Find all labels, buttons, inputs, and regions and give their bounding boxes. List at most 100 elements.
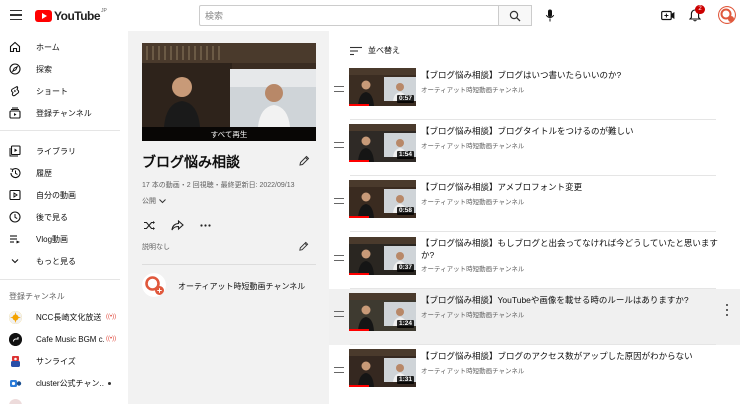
- share-icon[interactable]: [170, 219, 184, 231]
- sidebar-item-explore[interactable]: 探索: [0, 58, 128, 80]
- drag-handle-icon[interactable]: [334, 86, 344, 92]
- video-thumbnail[interactable]: 1:31: [349, 349, 416, 387]
- row-divider: [350, 231, 716, 232]
- video-channel[interactable]: オーティアット時短動画チャンネル: [421, 309, 524, 319]
- video-thumbnail[interactable]: 0:58: [349, 180, 416, 218]
- playlist-icon: [9, 233, 21, 245]
- more-options-icon[interactable]: [198, 219, 212, 231]
- channel-avatar: [9, 376, 22, 390]
- top-bar: YouTube JP 検索 2: [0, 0, 750, 31]
- playlist-video-row[interactable]: 0:58 【ブログ悩み相談】アメブロフォント変更 オーティアット時短動画チャンネル: [329, 176, 740, 232]
- drag-handle-icon[interactable]: [334, 367, 344, 373]
- watch-progress-bar: [349, 273, 370, 275]
- more-actions-icon[interactable]: [725, 304, 729, 316]
- sidebar-item-label: ショート: [36, 86, 68, 96]
- sidebar-item-vlog-playlist[interactable]: Vlog動画: [0, 228, 128, 250]
- library-icon: [9, 145, 21, 157]
- sidebar-item-shorts[interactable]: ショート: [0, 80, 128, 102]
- video-title[interactable]: 【ブログ悩み相談】ブログのアクセス数がアップした原因がわからない: [421, 350, 721, 362]
- menu-icon[interactable]: [10, 10, 22, 20]
- live-indicator: ((•)): [106, 336, 117, 342]
- sidebar-item-subscriptions[interactable]: 登録チャンネル: [0, 102, 128, 124]
- channel-avatar: [9, 354, 22, 368]
- divider: [142, 264, 316, 265]
- search-button[interactable]: [499, 5, 532, 26]
- playlist-video-row[interactable]: 1:24 【ブログ悩み相談】YouTubeや画像を載せる時のルールはありますか? オ…: [329, 289, 740, 345]
- sort-icon: [350, 46, 362, 55]
- youtube-logo[interactable]: YouTube JP: [35, 8, 107, 23]
- your-videos-icon: [9, 189, 21, 201]
- sidebar-item-label: 登録チャンネル: [36, 108, 92, 118]
- video-channel[interactable]: オーティアット時短動画チャンネル: [421, 196, 524, 206]
- playlist-video-row[interactable]: 0:57 【ブログ悩み相談】ブログはいつ書いたらいいのか? オーティアット時短動画チ…: [329, 64, 740, 120]
- sort-button[interactable]: 並べ替え: [350, 45, 400, 56]
- shorts-icon: [9, 85, 21, 97]
- sidebar-item-your-videos[interactable]: 自分の動画: [0, 184, 128, 206]
- shuffle-icon[interactable]: [142, 219, 156, 231]
- video-duration: 1:24: [396, 320, 414, 328]
- sidebar-item-show-more[interactable]: もっと見る: [0, 250, 128, 272]
- watch-progress-bar: [349, 385, 370, 387]
- create-video-icon: [661, 10, 675, 20]
- video-title[interactable]: 【ブログ悩み相談】アメブロフォント変更: [421, 181, 721, 193]
- sidebar-item-label: 探索: [36, 64, 52, 74]
- search-input[interactable]: 検索: [199, 5, 499, 26]
- playlist-video-row[interactable]: 1:54 【ブログ悩み相談】ブログタイトルをつけるのが難しい オーティアット時短動画…: [329, 120, 740, 176]
- video-channel[interactable]: オーティアット時短動画チャンネル: [421, 365, 524, 375]
- sidebar-item-label: 後で見る: [36, 212, 68, 222]
- owner-avatar[interactable]: [142, 273, 166, 297]
- drag-handle-icon[interactable]: [334, 311, 344, 317]
- video-title[interactable]: 【ブログ悩み相談】ブログはいつ書いたらいいのか?: [421, 69, 721, 81]
- video-channel[interactable]: オーティアット時短動画チャンネル: [421, 84, 524, 94]
- playlist-video-row[interactable]: 0:37 【ブログ悩み相談】もしブログと出会ってなければ今どうしていたと思いますか…: [329, 233, 740, 289]
- sidebar-item-label: 履歴: [36, 168, 52, 178]
- drag-handle-icon[interactable]: [334, 198, 344, 204]
- video-thumbnail[interactable]: 1:24: [349, 293, 416, 331]
- voice-search-button[interactable]: [542, 7, 558, 24]
- video-title[interactable]: 【ブログ悩み相談】YouTubeや画像を載せる時のルールはありますか?: [421, 294, 721, 306]
- sidebar-item-label: Vlog動画: [36, 234, 69, 244]
- video-thumbnail[interactable]: 1:54: [349, 124, 416, 162]
- watch-progress-bar: [349, 216, 370, 218]
- logo-region: JP: [101, 8, 107, 14]
- channel-avatar: [9, 398, 22, 404]
- playlist-video-row[interactable]: 1:31 【ブログ悩み相談】ブログのアクセス数がアップした原因がわからない オーティ…: [329, 345, 740, 401]
- video-duration: 0:57: [396, 95, 414, 103]
- video-channel[interactable]: オーティアット時短動画チャンネル: [421, 140, 524, 150]
- video-duration: 0:58: [396, 207, 414, 215]
- sidebar-item-library[interactable]: ライブラリ: [0, 140, 128, 162]
- video-thumbnail[interactable]: 0:37: [349, 237, 416, 275]
- drag-handle-icon[interactable]: [334, 255, 344, 261]
- video-title[interactable]: 【ブログ悩み相談】ブログタイトルをつけるのが難しい: [421, 125, 721, 137]
- video-thumbnail[interactable]: 0:57: [349, 68, 416, 106]
- playlist-thumbnail[interactable]: すべて再生: [142, 43, 316, 141]
- channel-avatar: [9, 332, 22, 346]
- sidebar-item-history[interactable]: 履歴: [0, 162, 128, 184]
- edit-description-icon[interactable]: [298, 241, 309, 252]
- video-channel[interactable]: オーティアット時短動画チャンネル: [421, 263, 524, 273]
- sidebar-item-home[interactable]: ホーム: [0, 36, 128, 58]
- youtube-play-icon: [35, 10, 52, 22]
- play-all-button[interactable]: すべて再生: [142, 127, 316, 141]
- sidebar-item-label: ホーム: [36, 42, 60, 52]
- subscription-channel[interactable]: NCC長崎文化放送 ((•)): [0, 306, 128, 328]
- subscription-channel[interactable]: cluster公式チャン...: [0, 372, 128, 394]
- subscription-channel[interactable]: サンライズ: [0, 350, 128, 372]
- drag-handle-icon[interactable]: [334, 142, 344, 148]
- subscription-channel[interactable]: Cafe Music BGM c... ((•)): [0, 328, 128, 350]
- channel-name: Cafe Music BGM c...: [36, 334, 104, 344]
- create-button[interactable]: [661, 8, 675, 22]
- playlist-stats: 17 本の動画・2 回視聴・最終更新日: 2022/09/13: [142, 182, 295, 189]
- channel-name: NCC長崎文化放送: [36, 312, 102, 322]
- channel-name: cluster公式チャン...: [36, 378, 104, 388]
- sidebar-item-watch-later[interactable]: 後で見る: [0, 206, 128, 228]
- subscription-channel-partial[interactable]: [0, 394, 128, 404]
- account-avatar[interactable]: [718, 6, 736, 24]
- owner-channel-name[interactable]: オーティアット時短動画チャンネル: [178, 281, 305, 292]
- channel-avatar: [9, 310, 22, 324]
- privacy-dropdown[interactable]: 公開: [142, 196, 166, 206]
- video-duration: 0:37: [396, 264, 414, 272]
- chevron-down-icon: [159, 198, 166, 203]
- video-title[interactable]: 【ブログ悩み相談】もしブログと出会ってなければ今どうしていたと思いますか?: [421, 237, 721, 261]
- edit-title-icon[interactable]: [298, 155, 310, 167]
